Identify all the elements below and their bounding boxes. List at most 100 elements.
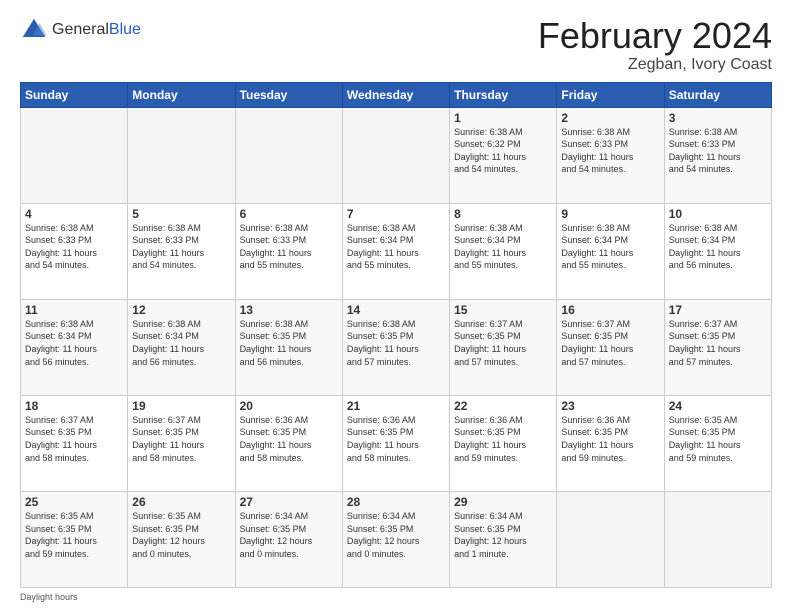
day-info: Sunrise: 6:37 AM Sunset: 6:35 PM Dayligh… <box>669 318 767 368</box>
day-info: Sunrise: 6:37 AM Sunset: 6:35 PM Dayligh… <box>132 414 230 464</box>
day-number: 5 <box>132 207 230 221</box>
day-info: Sunrise: 6:38 AM Sunset: 6:34 PM Dayligh… <box>347 222 445 272</box>
logo: GeneralBlue <box>20 16 141 44</box>
day-info: Sunrise: 6:38 AM Sunset: 6:33 PM Dayligh… <box>561 126 659 176</box>
month-title: February 2024 <box>538 16 772 56</box>
day-number: 21 <box>347 399 445 413</box>
day-number: 22 <box>454 399 552 413</box>
logo-icon <box>20 16 48 44</box>
calendar-cell <box>342 107 449 203</box>
day-number: 19 <box>132 399 230 413</box>
page-header: GeneralBlue February 2024 Zegban, Ivory … <box>20 16 772 74</box>
calendar-cell: 25Sunrise: 6:35 AM Sunset: 6:35 PM Dayli… <box>21 491 128 587</box>
day-info: Sunrise: 6:38 AM Sunset: 6:33 PM Dayligh… <box>132 222 230 272</box>
day-number: 4 <box>25 207 123 221</box>
calendar-table: SundayMondayTuesdayWednesdayThursdayFrid… <box>20 82 772 588</box>
dow-header: Friday <box>557 82 664 107</box>
calendar-week-row: 4 Sunrise: 6:38 AM Sunset: 6:33 PM Daylig… <box>21 203 772 299</box>
calendar-cell: 8Sunrise: 6:38 AM Sunset: 6:34 PM Daylig… <box>450 203 557 299</box>
day-number: 23 <box>561 399 659 413</box>
calendar-cell: 19Sunrise: 6:37 AM Sunset: 6:35 PM Dayli… <box>128 395 235 491</box>
calendar-cell: 4Sunrise: 6:38 AM Sunset: 6:33 PM Daylig… <box>21 203 128 299</box>
day-number: 10 <box>669 207 767 221</box>
day-info: Sunrise: 6:34 AM Sunset: 6:35 PM Dayligh… <box>347 510 445 560</box>
day-info: Sunrise: 6:38 AM Sunset: 6:34 PM Dayligh… <box>561 222 659 272</box>
calendar-week-row: 18 Sunrise: 6:37 AM Sunset: 6:35 PM Dayli… <box>21 395 772 491</box>
calendar-cell: 12Sunrise: 6:38 AM Sunset: 6:34 PM Dayli… <box>128 299 235 395</box>
day-number: 14 <box>347 303 445 317</box>
calendar-cell: 9Sunrise: 6:38 AM Sunset: 6:34 PM Daylig… <box>557 203 664 299</box>
dow-header: Monday <box>128 82 235 107</box>
day-number: 20 <box>240 399 338 413</box>
calendar-week-row: 1Sunrise: 6:38 AM Sunset: 6:32 PM Daylig… <box>21 107 772 203</box>
day-number: 9 <box>561 207 659 221</box>
calendar-cell: 5Sunrise: 6:38 AM Sunset: 6:33 PM Daylig… <box>128 203 235 299</box>
day-number: 28 <box>347 495 445 509</box>
calendar-cell: 6Sunrise: 6:38 AM Sunset: 6:33 PM Daylig… <box>235 203 342 299</box>
dow-header: Thursday <box>450 82 557 107</box>
location-title: Zegban, Ivory Coast <box>538 56 772 74</box>
calendar-cell: 20Sunrise: 6:36 AM Sunset: 6:35 PM Dayli… <box>235 395 342 491</box>
calendar-cell: 11Sunrise: 6:38 AM Sunset: 6:34 PM Dayli… <box>21 299 128 395</box>
calendar-cell <box>557 491 664 587</box>
day-info: Sunrise: 6:35 AM Sunset: 6:35 PM Dayligh… <box>669 414 767 464</box>
day-number: 1 <box>454 111 552 125</box>
logo-blue-text: Blue <box>109 21 141 38</box>
day-info: Sunrise: 6:36 AM Sunset: 6:35 PM Dayligh… <box>454 414 552 464</box>
calendar-cell: 24Sunrise: 6:35 AM Sunset: 6:35 PM Dayli… <box>664 395 771 491</box>
day-info: Sunrise: 6:37 AM Sunset: 6:35 PM Dayligh… <box>561 318 659 368</box>
day-info: Sunrise: 6:38 AM Sunset: 6:34 PM Dayligh… <box>454 222 552 272</box>
day-number: 6 <box>240 207 338 221</box>
day-info: Sunrise: 6:36 AM Sunset: 6:35 PM Dayligh… <box>347 414 445 464</box>
calendar-cell: 29Sunrise: 6:34 AM Sunset: 6:35 PM Dayli… <box>450 491 557 587</box>
calendar-cell <box>235 107 342 203</box>
day-number: 26 <box>132 495 230 509</box>
calendar-cell: 16Sunrise: 6:37 AM Sunset: 6:35 PM Dayli… <box>557 299 664 395</box>
daylight-label: Daylight hours <box>20 592 78 602</box>
day-number: 12 <box>132 303 230 317</box>
calendar-cell: 22Sunrise: 6:36 AM Sunset: 6:35 PM Dayli… <box>450 395 557 491</box>
day-number: 25 <box>25 495 123 509</box>
day-number: 27 <box>240 495 338 509</box>
calendar-cell <box>664 491 771 587</box>
calendar-cell: 10Sunrise: 6:38 AM Sunset: 6:34 PM Dayli… <box>664 203 771 299</box>
day-info: Sunrise: 6:38 AM Sunset: 6:32 PM Dayligh… <box>454 126 552 176</box>
day-info: Sunrise: 6:38 AM Sunset: 6:35 PM Dayligh… <box>240 318 338 368</box>
day-info: Sunrise: 6:34 AM Sunset: 6:35 PM Dayligh… <box>454 510 552 560</box>
dow-header: Tuesday <box>235 82 342 107</box>
dow-header: Saturday <box>664 82 771 107</box>
calendar-cell: 1Sunrise: 6:38 AM Sunset: 6:32 PM Daylig… <box>450 107 557 203</box>
dow-header: Wednesday <box>342 82 449 107</box>
calendar-cell <box>21 107 128 203</box>
day-info: Sunrise: 6:34 AM Sunset: 6:35 PM Dayligh… <box>240 510 338 560</box>
day-info: Sunrise: 6:35 AM Sunset: 6:35 PM Dayligh… <box>132 510 230 560</box>
calendar-week-row: 25Sunrise: 6:35 AM Sunset: 6:35 PM Dayli… <box>21 491 772 587</box>
day-number: 29 <box>454 495 552 509</box>
day-info: Sunrise: 6:38 AM Sunset: 6:34 PM Dayligh… <box>132 318 230 368</box>
calendar-cell: 27Sunrise: 6:34 AM Sunset: 6:35 PM Dayli… <box>235 491 342 587</box>
day-number: 15 <box>454 303 552 317</box>
day-number: 11 <box>25 303 123 317</box>
calendar-cell: 21Sunrise: 6:36 AM Sunset: 6:35 PM Dayli… <box>342 395 449 491</box>
day-number: 18 <box>25 399 123 413</box>
day-number: 3 <box>669 111 767 125</box>
calendar-cell: 14Sunrise: 6:38 AM Sunset: 6:35 PM Dayli… <box>342 299 449 395</box>
day-info: Sunrise: 6:37 AM Sunset: 6:35 PM Dayligh… <box>454 318 552 368</box>
day-info: Sunrise: 6:35 AM Sunset: 6:35 PM Dayligh… <box>25 510 123 560</box>
calendar-cell <box>128 107 235 203</box>
calendar-cell: 23Sunrise: 6:36 AM Sunset: 6:35 PM Dayli… <box>557 395 664 491</box>
footer: Daylight hours <box>20 592 772 602</box>
day-number: 2 <box>561 111 659 125</box>
calendar-cell: 2Sunrise: 6:38 AM Sunset: 6:33 PM Daylig… <box>557 107 664 203</box>
day-info: Sunrise: 6:36 AM Sunset: 6:35 PM Dayligh… <box>240 414 338 464</box>
calendar-cell: 18Sunrise: 6:37 AM Sunset: 6:35 PM Dayli… <box>21 395 128 491</box>
logo-general-text: General <box>52 21 109 38</box>
calendar-cell: 17Sunrise: 6:37 AM Sunset: 6:35 PM Dayli… <box>664 299 771 395</box>
day-number: 13 <box>240 303 338 317</box>
day-info: Sunrise: 6:38 AM Sunset: 6:33 PM Dayligh… <box>240 222 338 272</box>
days-of-week-row: SundayMondayTuesdayWednesdayThursdayFrid… <box>21 82 772 107</box>
day-number: 24 <box>669 399 767 413</box>
calendar-cell: 15Sunrise: 6:37 AM Sunset: 6:35 PM Dayli… <box>450 299 557 395</box>
calendar-week-row: 11Sunrise: 6:38 AM Sunset: 6:34 PM Dayli… <box>21 299 772 395</box>
day-info: Sunrise: 6:38 AM Sunset: 6:34 PM Dayligh… <box>25 318 123 368</box>
